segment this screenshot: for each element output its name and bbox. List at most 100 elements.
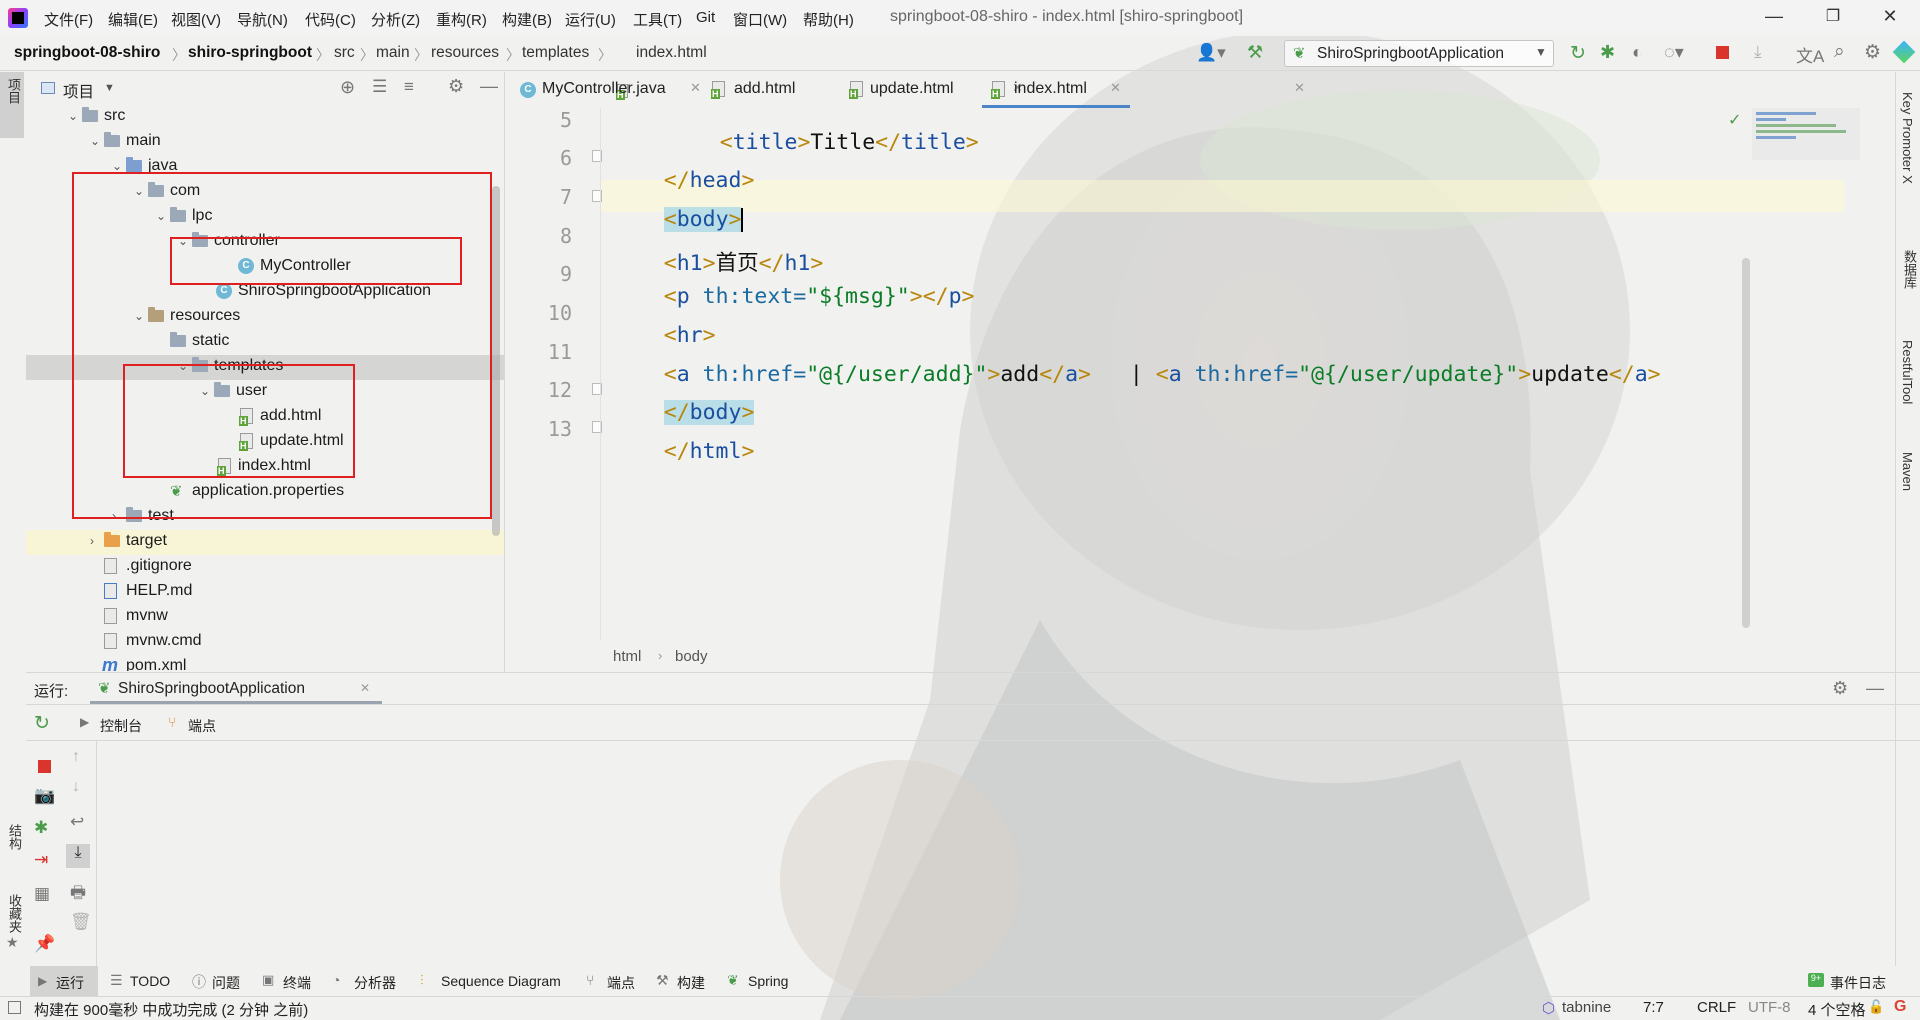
user-icon[interactable]: 👤▾ xyxy=(1196,43,1226,63)
menu-window[interactable]: 窗口(W) xyxy=(733,9,787,30)
inspection-ok-icon[interactable]: ✓ xyxy=(1728,110,1741,130)
tool-restfultool[interactable]: RestfulTool xyxy=(1900,340,1915,404)
search-icon[interactable]: ⌕ xyxy=(1834,41,1845,63)
close-tab-icon[interactable]: ✕ xyxy=(1110,80,1121,96)
restore-icon[interactable]: ❐ xyxy=(1823,6,1843,26)
layout-icon[interactable]: ▦ xyxy=(34,884,50,904)
exit-icon[interactable]: ⇥ xyxy=(34,850,48,870)
menu-tools[interactable]: 工具(T) xyxy=(633,9,682,30)
chevron-down-icon[interactable]: ⌄ xyxy=(90,134,100,148)
project-panel-title[interactable]: 项目 xyxy=(63,80,94,102)
rerun-icon[interactable]: ↻ xyxy=(1570,42,1586,65)
stop-icon[interactable] xyxy=(38,760,51,773)
tab-update-html[interactable]: update.html ✕ xyxy=(840,72,1305,108)
google-icon[interactable]: G xyxy=(1894,998,1906,1016)
tool-project[interactable]: 项目 xyxy=(0,72,24,138)
status-line-separator[interactable]: CRLF xyxy=(1697,999,1736,1016)
pin-icon[interactable]: 📌 xyxy=(34,934,55,954)
minimize-icon[interactable]: — xyxy=(1764,6,1784,27)
scroll-to-end-icon[interactable]: ⤓ xyxy=(66,844,90,868)
tool-todo[interactable]: TODO xyxy=(130,973,170,989)
close-tab-icon[interactable]: ✕ xyxy=(360,681,370,695)
breadcrumb-src[interactable]: src xyxy=(334,44,355,62)
tab-mycontroller-java[interactable]: C MyController.java ✕ xyxy=(518,72,701,108)
chevron-down-icon[interactable]: ⌄ xyxy=(68,109,78,123)
close-tab-icon[interactable]: ✕ xyxy=(690,80,701,96)
tool-database[interactable]: 数据库 xyxy=(1900,250,1919,289)
menu-refactor[interactable]: 重构(R) xyxy=(436,9,487,30)
menu-git[interactable]: Git xyxy=(696,9,715,26)
lock-icon[interactable]: 🔓 xyxy=(1868,999,1884,1015)
code-minimap[interactable] xyxy=(1752,108,1860,160)
profiler-icon[interactable]: ◌▾ xyxy=(1664,42,1684,63)
tool-endpoints[interactable]: 端点 xyxy=(607,973,635,993)
stop-icon[interactable] xyxy=(1716,46,1729,59)
debug-icon[interactable]: ✱ xyxy=(1600,42,1615,63)
tool-favorites-label[interactable]: 收藏夹 xyxy=(5,894,24,933)
menu-navigate[interactable]: 导航(N) xyxy=(237,9,288,30)
breadcrumb-resources[interactable]: resources xyxy=(431,44,499,62)
tab-index-html[interactable]: index.html ✕ xyxy=(982,72,1130,108)
close-icon[interactable]: ✕ xyxy=(1880,6,1900,27)
menu-run[interactable]: 运行(U) xyxy=(565,9,616,30)
status-caret-position[interactable]: 7:7 xyxy=(1643,999,1664,1016)
hide-panel-icon[interactable]: — xyxy=(1866,678,1884,699)
print-icon[interactable]: 🖶 xyxy=(70,880,86,909)
menu-help[interactable]: 帮助(H) xyxy=(803,9,854,30)
breadcrumb-project[interactable]: springboot-08-shiro xyxy=(14,44,160,62)
status-message[interactable]: 构建在 900毫秒 中成功完成 (2 分钟 之前) xyxy=(34,999,308,1020)
scroll-down-icon[interactable]: ↓ xyxy=(72,778,80,796)
tool-maven[interactable]: Maven xyxy=(1900,452,1915,491)
breadcrumb-file[interactable]: index.html xyxy=(636,44,707,62)
trash-icon[interactable]: 🗑 xyxy=(70,912,92,932)
plugin-logo-icon[interactable] xyxy=(1892,40,1916,64)
menu-analyze[interactable]: 分析(Z) xyxy=(371,9,420,30)
chevron-down-icon[interactable]: ⌄ xyxy=(112,159,122,173)
status-indent[interactable]: 4 个空格 xyxy=(1808,999,1866,1020)
tool-build[interactable]: 构建 xyxy=(677,973,705,993)
tool-problems[interactable]: 问题 xyxy=(212,973,240,993)
menu-edit[interactable]: 编辑(E) xyxy=(108,9,158,30)
chevron-down-icon[interactable]: ▼ xyxy=(104,82,115,94)
tool-event-log[interactable]: 事件日志 xyxy=(1830,973,1886,993)
settings-gear-icon[interactable]: ⚙ xyxy=(1832,678,1848,699)
expand-all-icon[interactable]: ☰ xyxy=(372,77,387,97)
build-hammer-icon[interactable]: ⚒ xyxy=(1247,42,1263,63)
settings-gear-icon[interactable]: ⚙ xyxy=(1864,41,1881,64)
attach-icon[interactable]: ⤓ xyxy=(1754,42,1762,62)
breadcrumb-module[interactable]: shiro-springboot xyxy=(188,44,312,62)
tool-profiler[interactable]: 分析器 xyxy=(354,973,396,993)
chevron-right-icon[interactable]: › xyxy=(90,534,94,548)
soft-wrap-icon[interactable]: ↩ xyxy=(70,812,84,832)
status-encoding[interactable]: UTF-8 xyxy=(1748,999,1791,1016)
tab-add-html[interactable]: add.html ✕ xyxy=(710,72,1023,108)
menu-view[interactable]: 视图(V) xyxy=(171,9,221,30)
tree-scrollbar[interactable] xyxy=(492,186,500,536)
menu-code[interactable]: 代码(C) xyxy=(305,9,356,30)
menu-build[interactable]: 构建(B) xyxy=(502,9,552,30)
debug-icon[interactable]: ✱ xyxy=(34,818,48,838)
tool-key-promoter[interactable]: Key Promoter X xyxy=(1900,92,1915,184)
scroll-up-icon[interactable]: ↑ xyxy=(72,748,80,766)
hide-panel-icon[interactable]: — xyxy=(480,76,498,97)
tool-terminal[interactable]: 终端 xyxy=(283,973,311,993)
translate-icon[interactable]: 文A xyxy=(1796,42,1824,67)
breadcrumb-templates[interactable]: templates xyxy=(522,44,589,62)
close-tab-icon[interactable]: ✕ xyxy=(1294,80,1305,96)
tool-spring[interactable]: Spring xyxy=(748,973,788,989)
editor-crumb-body[interactable]: body xyxy=(675,648,708,665)
rerun-icon[interactable]: ↻ xyxy=(34,712,50,735)
editor-crumb-html[interactable]: html xyxy=(613,648,641,665)
endpoints-tab[interactable]: ⑂ 端点 xyxy=(166,708,266,740)
run-configuration-selector[interactable]: ❦ ShiroSpringbootApplication ▼ xyxy=(1284,40,1554,67)
breadcrumb-main[interactable]: main xyxy=(376,44,410,62)
code-editor[interactable]: 5 6 7 8 9 10 11 12 13 <title>Title</titl… xyxy=(508,108,1920,640)
tool-run[interactable]: ▶ 运行 xyxy=(30,966,98,996)
editor-scrollbar[interactable] xyxy=(1742,258,1750,628)
run-config-tab[interactable]: ❦ ShiroSpringbootApplication ✕ xyxy=(90,674,382,704)
menu-file[interactable]: 文件(F) xyxy=(44,9,93,30)
tool-structure-label[interactable]: 结构 xyxy=(5,824,24,850)
settings-gear-icon[interactable]: ⚙ xyxy=(448,76,464,97)
status-square-icon[interactable] xyxy=(8,1001,21,1014)
status-tabnine[interactable]: tabnine xyxy=(1562,999,1611,1016)
